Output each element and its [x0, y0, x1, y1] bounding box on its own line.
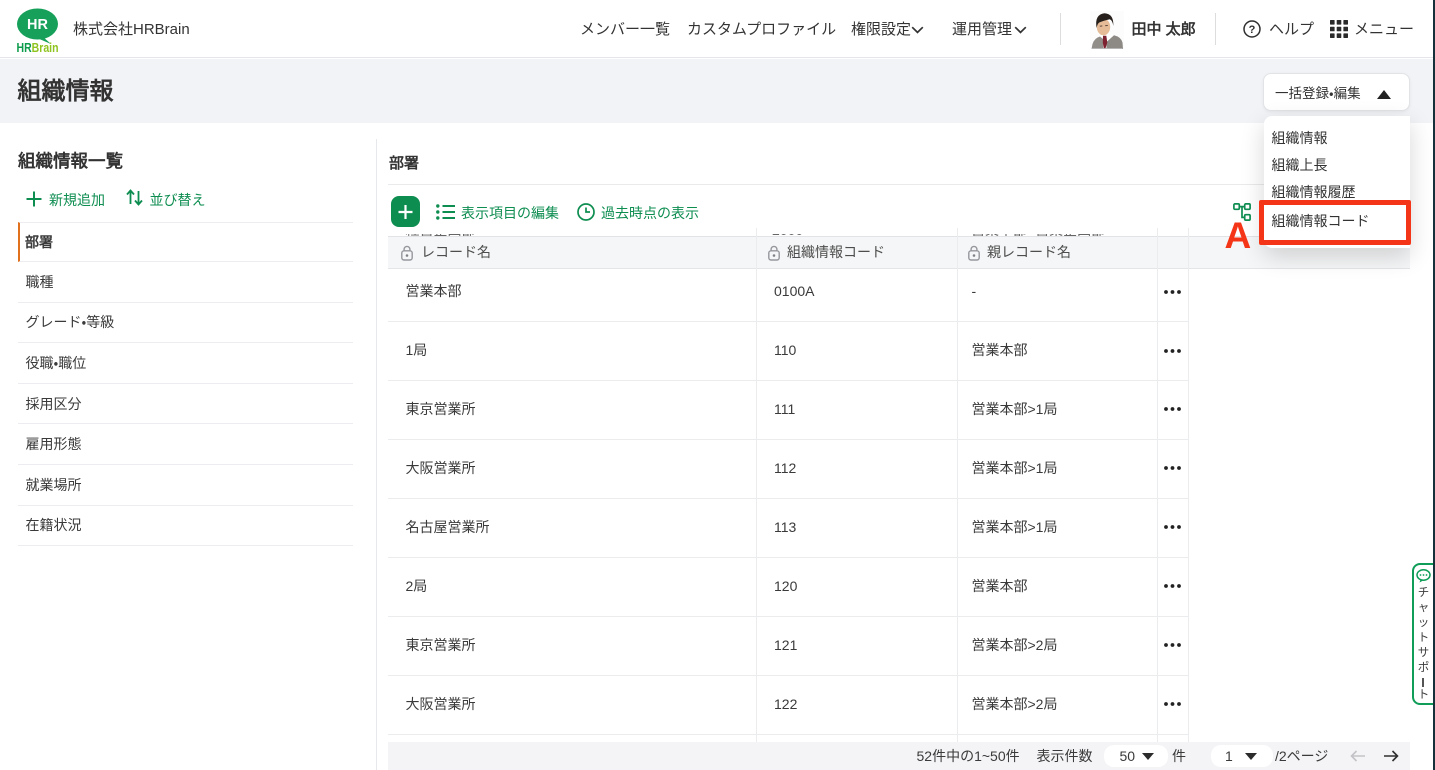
svg-text:HR: HR: [27, 17, 48, 33]
svg-text:?: ?: [1249, 24, 1256, 36]
svg-text:HRBrain: HRBrain: [17, 40, 59, 54]
